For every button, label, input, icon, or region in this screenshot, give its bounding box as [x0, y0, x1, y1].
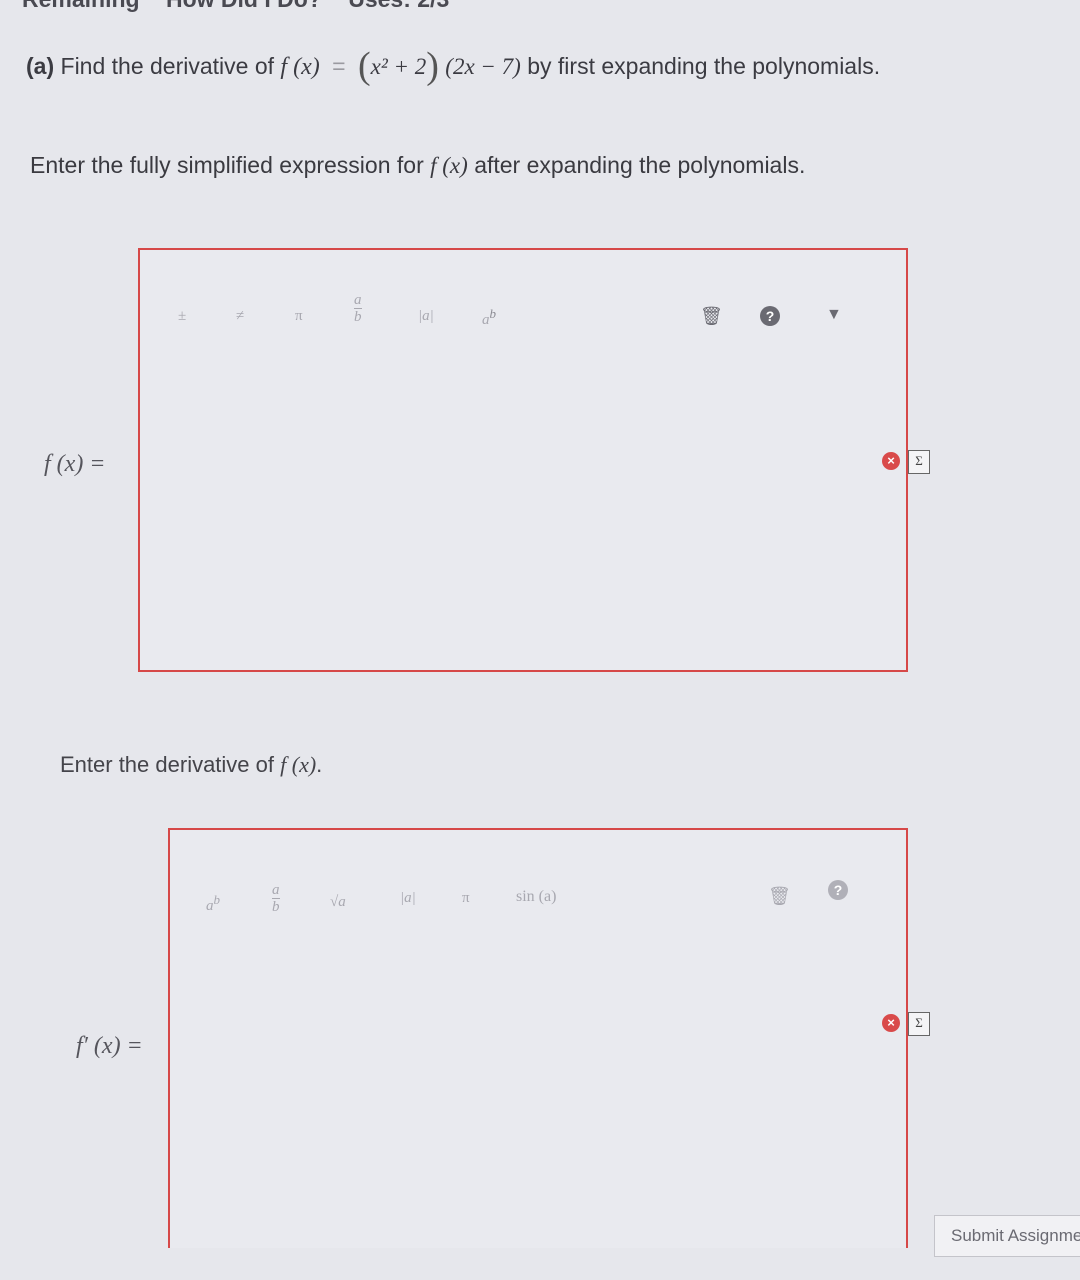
fraction-numerator: a — [354, 292, 362, 308]
pi-button[interactable]: π — [295, 308, 303, 325]
prompt1-after: after expanding the polynomials. — [474, 152, 806, 178]
help-icon[interactable]: ? — [760, 306, 780, 326]
question-text-before: Find the derivative of — [60, 53, 275, 79]
prompt2-before: Enter the derivative of — [60, 752, 275, 777]
answer1-label-text: f (x) = — [44, 451, 106, 477]
fraction-button[interactable]: a b — [354, 292, 362, 325]
derivative-input[interactable]: ab a b √a |a| π sin (a) 🗑 ? — [168, 828, 908, 1248]
equation-editor-icon[interactable]: Σ — [908, 450, 930, 474]
trash-icon[interactable]: 🗑 — [768, 886, 791, 907]
prompt-derivative: Enter the derivative of f (x). — [60, 752, 322, 778]
prompt1-fx: f (x) — [430, 153, 468, 178]
power-base: a — [482, 312, 490, 328]
fraction-button[interactable]: a b — [272, 882, 280, 915]
fraction-denominator: b — [354, 308, 362, 325]
header: Remaining How Did I Do? Uses: 2/3 — [22, 0, 469, 13]
part-label: (a) — [26, 53, 55, 79]
absolute-value-button[interactable]: |a| — [418, 308, 434, 325]
answer1-label: f (x) = — [44, 450, 106, 478]
help-icon-glyph: ? — [760, 306, 780, 326]
answer2-label: f′ (x) = — [76, 1032, 143, 1060]
trash-icon[interactable]: 🗑 — [700, 306, 723, 327]
question-text: (a) Find the derivative of f (x) = (x² +… — [26, 44, 880, 88]
power-exponent: b — [213, 892, 221, 907]
fraction-numerator: a — [272, 882, 280, 898]
equals-sign: = — [332, 53, 346, 79]
sqrt-button[interactable]: √a — [330, 894, 346, 911]
f-of-x: f (x) — [280, 54, 320, 80]
how-did-i-do-link[interactable]: How Did I Do? — [166, 0, 322, 12]
prompt2-fx: f (x) — [280, 752, 317, 777]
power-base: a — [206, 898, 214, 914]
power-exponent: b — [489, 306, 497, 321]
sin-button[interactable]: sin (a) — [516, 888, 556, 906]
absolute-value-button[interactable]: |a| — [400, 890, 416, 907]
term1: x² + 2 — [370, 54, 427, 79]
uses-counter: Uses: 2/3 — [348, 0, 449, 12]
power-button[interactable]: ab — [482, 306, 496, 329]
prompt2-after: . — [316, 752, 323, 777]
pi-button[interactable]: π — [462, 890, 470, 907]
question-text-after: by first expanding the polynomials. — [527, 53, 881, 79]
dropdown-arrow-icon[interactable]: ▼ — [826, 306, 842, 324]
help-icon[interactable]: ? — [828, 880, 848, 900]
clear-icon[interactable]: × — [882, 1014, 900, 1032]
plus-minus-button[interactable]: ± — [178, 308, 186, 325]
term2: (2x − 7) — [445, 54, 521, 79]
close-paren: ) — [426, 45, 439, 87]
expanded-expression-input[interactable]: ± ≠ π a b |a| ab 🗑 ? ▼ — [138, 248, 908, 672]
remaining-label: Remaining — [22, 0, 140, 12]
clear-icon[interactable]: × — [882, 452, 900, 470]
equation-editor-icon[interactable]: Σ — [908, 1012, 930, 1036]
prompt-expand: Enter the fully simplified expression fo… — [30, 152, 805, 179]
power-button[interactable]: ab — [206, 892, 220, 915]
submit-assignment-button[interactable]: Submit Assignment — [934, 1215, 1080, 1257]
help-icon-glyph: ? — [828, 880, 848, 900]
not-equal-button[interactable]: ≠ — [236, 308, 244, 325]
answer2-label-text: f′ (x) = — [76, 1033, 143, 1059]
prompt1-before: Enter the fully simplified expression fo… — [30, 152, 424, 178]
fraction-denominator: b — [272, 898, 280, 915]
open-paren: ( — [357, 45, 371, 87]
